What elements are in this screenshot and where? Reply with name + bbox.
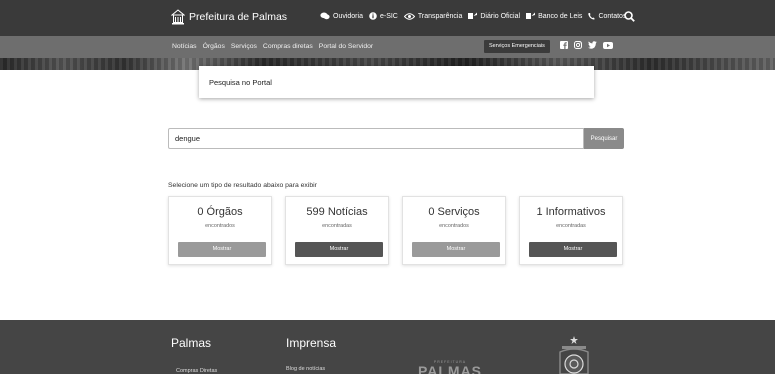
- nav-ouvidoria[interactable]: Ouvidoria: [320, 12, 363, 20]
- subnav-item-orgaos[interactable]: Órgãos: [203, 43, 225, 50]
- palmas-logo: PREFEITURA PALMAS: [410, 360, 490, 374]
- footer-col-palmas: Palmas: [171, 336, 211, 350]
- nav-banco-de-leis-label: Banco de Leis: [538, 12, 583, 20]
- footer-heading: Imprensa: [286, 336, 337, 350]
- logo-big-text: PALMAS: [417, 363, 483, 374]
- show-servicos-button[interactable]: Mostrar: [412, 242, 500, 257]
- subnav-item-noticias[interactable]: Notícias: [172, 43, 197, 50]
- city-hall-icon: [171, 9, 185, 25]
- result-type-label: Selecione um tipo de resultado abaixo pa…: [168, 182, 317, 189]
- search-input[interactable]: [168, 128, 584, 149]
- nav-contatos-label: Contatos: [598, 12, 627, 20]
- chat-icon: [320, 12, 330, 20]
- youtube-icon[interactable]: [603, 41, 613, 49]
- result-card-subtitle: encontrados: [439, 223, 469, 229]
- result-card-servicos: 0 Serviços encontrados Mostrar: [402, 196, 506, 265]
- result-card-noticias: 599 Notícias encontradas Mostrar: [285, 196, 389, 265]
- instagram-icon[interactable]: [574, 41, 582, 49]
- result-card-informativos: 1 Informativos encontradas Mostrar: [519, 196, 623, 265]
- nav-ouvidoria-label: Ouvidoria: [333, 12, 363, 20]
- subnav-item-portal-do-servidor[interactable]: Portal do Servidor: [319, 43, 373, 50]
- result-card-title: 599 Notícias: [306, 206, 368, 218]
- brand-name: Prefeitura de Palmas: [189, 11, 288, 23]
- facebook-icon[interactable]: [560, 41, 568, 49]
- twitter-icon[interactable]: [588, 41, 597, 49]
- result-card-title: 1 Informativos: [536, 206, 606, 218]
- search-icon[interactable]: [624, 11, 635, 22]
- show-informativos-button[interactable]: Mostrar: [529, 242, 617, 257]
- phone-icon: [588, 13, 596, 20]
- footer: Palmas Compras Diretas Imprensa Blog de …: [0, 320, 775, 374]
- footer-link-compras-diretas[interactable]: Compras Diretas: [176, 368, 217, 374]
- result-card-subtitle: encontradas: [322, 223, 352, 229]
- nav-transparencia[interactable]: Transparência: [403, 12, 463, 20]
- footer-col-imprensa: Imprensa: [286, 336, 336, 350]
- show-orgaos-button[interactable]: Mostrar: [178, 242, 266, 257]
- emergency-services-button[interactable]: Serviços Emergenciais: [484, 40, 550, 53]
- top-nav: Ouvidoria e-SIC Transparência Diário Ofi…: [320, 12, 632, 20]
- footer-heading: Palmas: [171, 336, 212, 350]
- search-button[interactable]: Pesquisar: [584, 128, 624, 149]
- subnav-item-servicos[interactable]: Serviços: [231, 43, 257, 50]
- nav-esic[interactable]: e-SIC: [369, 12, 398, 20]
- result-card-orgaos: 0 Órgãos encontrados Mostrar: [168, 196, 272, 265]
- result-card-title: 0 Órgãos: [197, 206, 243, 218]
- result-card-subtitle: encontradas: [556, 223, 586, 229]
- nav-transparencia-label: Transparência: [417, 12, 463, 20]
- book-icon: [468, 12, 478, 19]
- nav-banco-de-leis[interactable]: Banco de Leis: [526, 12, 582, 20]
- brand-link[interactable]: Prefeitura de Palmas: [171, 9, 287, 25]
- social-links: [560, 41, 619, 49]
- footer-link-blog[interactable]: Blog de notícias: [286, 366, 325, 372]
- search-bar: Pesquisar: [168, 128, 624, 149]
- portal-search-card: Pesquisa no Portal: [199, 66, 594, 98]
- result-card-subtitle: encontrados: [205, 223, 235, 229]
- nav-esic-label: e-SIC: [379, 12, 398, 20]
- nav-contatos[interactable]: Contatos: [588, 12, 626, 20]
- book-icon: [526, 12, 536, 19]
- city-seal-icon: [559, 336, 589, 374]
- secondary-nav-bar: Notícias Órgãos Serviços Compras diretas…: [0, 36, 775, 58]
- nav-diario-oficial[interactable]: Diário Oficial: [468, 12, 520, 20]
- eye-icon: [403, 12, 415, 20]
- top-header: Prefeitura de Palmas Ouvidoria e-SIC Tra…: [0, 0, 775, 36]
- show-noticias-button[interactable]: Mostrar: [295, 242, 383, 257]
- subnav-item-compras-diretas[interactable]: Compras diretas: [263, 43, 313, 50]
- nav-diario-oficial-label: Diário Oficial: [480, 12, 521, 20]
- result-card-title: 0 Serviços: [428, 206, 480, 218]
- secondary-nav: Notícias Órgãos Serviços Compras diretas…: [172, 43, 379, 50]
- info-icon: [369, 12, 377, 20]
- page-title: Pesquisa no Portal: [209, 78, 272, 87]
